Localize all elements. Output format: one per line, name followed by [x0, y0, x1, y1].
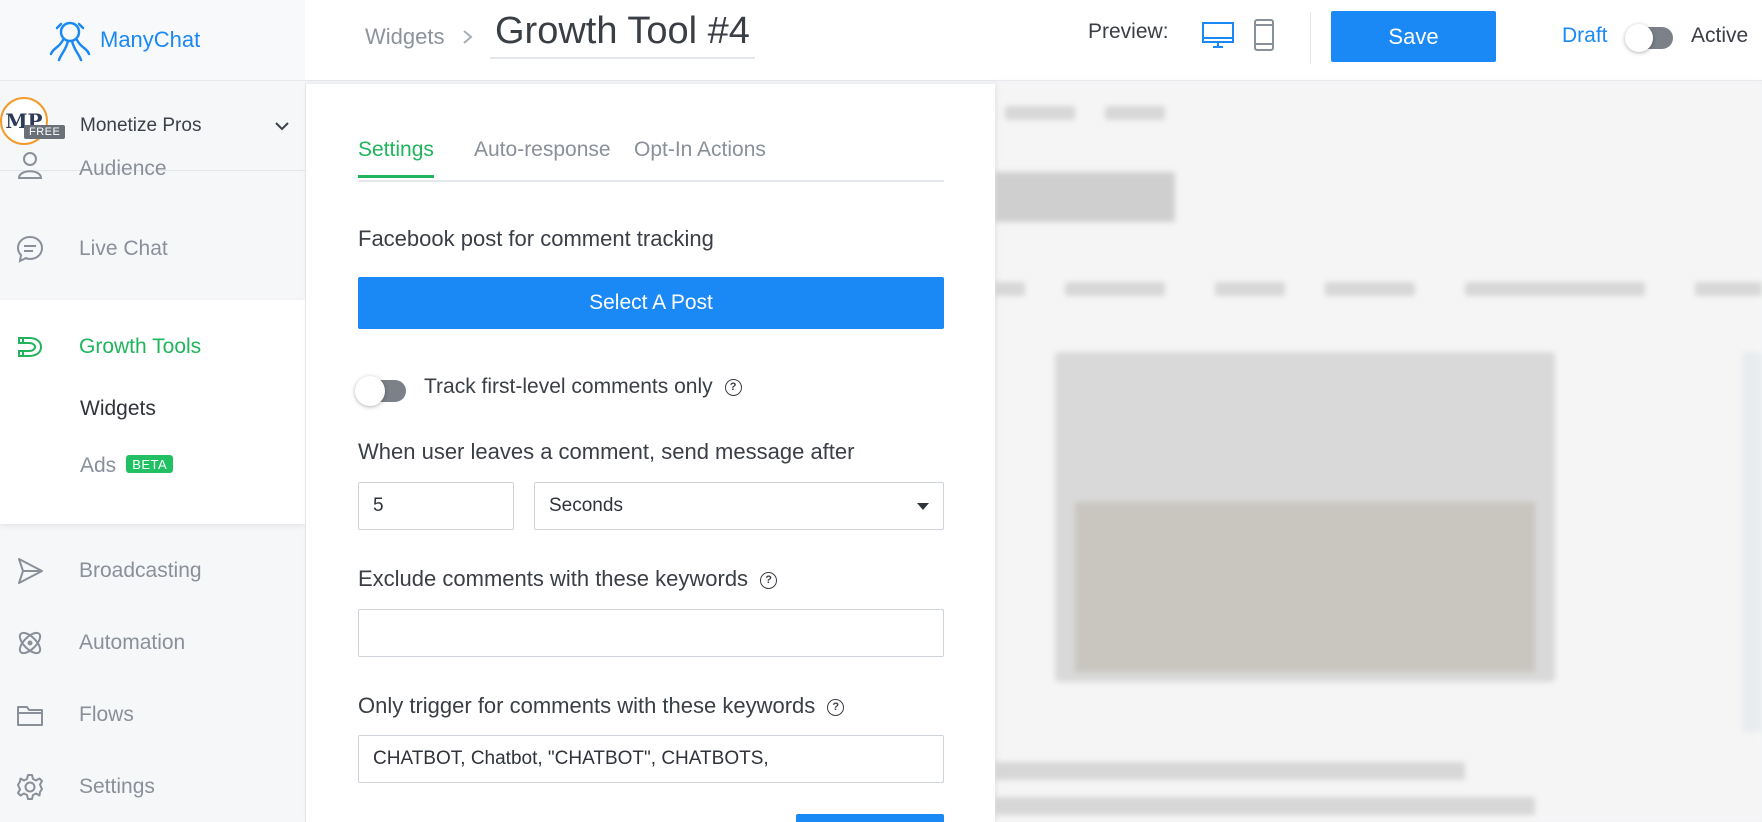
trigger-label: Only trigger for comments with these key…: [358, 693, 845, 719]
track-first-level-label: Track first-level comments only?: [424, 375, 742, 399]
track-first-level-text: Track first-level comments only: [424, 375, 713, 398]
tab-settings[interactable]: Settings: [358, 138, 434, 178]
sidebar-item-live-chat[interactable]: Live Chat: [0, 224, 305, 274]
magnet-icon: [14, 331, 46, 363]
help-icon[interactable]: ?: [724, 378, 742, 396]
sidebar-subitem-ads[interactable]: Ads BETA: [80, 454, 174, 478]
delay-unit-value: Seconds: [549, 495, 623, 516]
sidebar-item-label: Live Chat: [79, 237, 168, 260]
sidebar-item-label: Broadcasting: [79, 559, 202, 582]
draft-active-toggle[interactable]: [1625, 24, 1673, 52]
trigger-keywords-input[interactable]: CHATBOT, Chatbot, "CHATBOT", CHATBOTS,: [358, 735, 944, 783]
sidebar-item-settings[interactable]: Settings: [0, 762, 305, 812]
gear-icon: [14, 771, 46, 803]
help-icon[interactable]: ?: [760, 571, 778, 589]
track-first-level-toggle[interactable]: [355, 376, 406, 406]
person-icon: [14, 152, 46, 181]
page-preview-background: [995, 82, 1762, 822]
delay-unit-select[interactable]: Seconds: [534, 482, 944, 530]
toggle-knob: [355, 376, 385, 406]
sidebar-item-label: Flows: [79, 703, 134, 726]
sidebar-item-label: Automation: [79, 631, 186, 654]
partial-button[interactable]: [796, 814, 944, 822]
sidebar-item-label: Audience: [79, 156, 167, 180]
tab-auto-response[interactable]: Auto-response: [474, 138, 611, 175]
sidebar-subitem-widgets[interactable]: Widgets: [80, 397, 156, 421]
tab-opt-in-actions[interactable]: Opt-In Actions: [634, 138, 766, 175]
account-name: Monetize Pros: [80, 114, 202, 136]
help-icon[interactable]: ?: [827, 698, 845, 716]
page-title[interactable]: Growth Tool #4: [490, 10, 755, 59]
preview-label: Preview:: [1088, 20, 1169, 43]
sidebar-item-broadcasting[interactable]: Broadcasting: [0, 546, 305, 596]
save-button[interactable]: Save: [1331, 11, 1496, 62]
sidebar-item-automation[interactable]: Automation: [0, 618, 305, 668]
atom-icon: [14, 627, 46, 659]
sidebar-item-audience[interactable]: Audience: [0, 152, 305, 188]
top-bar: Widgets Growth Tool #4 Preview: Save Dra…: [305, 0, 1762, 81]
select-post-button[interactable]: Select A Post: [358, 277, 944, 329]
chat-bubble-icon: [14, 233, 46, 265]
sidebar-item-growth-tools[interactable]: Growth Tools: [0, 322, 305, 372]
chevron-down-icon[interactable]: [271, 115, 293, 137]
editor-tabs: Settings Auto-response Opt-In Actions: [358, 138, 944, 182]
divider: [1310, 12, 1311, 64]
post-label: Facebook post for comment tracking: [358, 226, 714, 251]
sidebar-subitem-label: Ads: [80, 454, 117, 477]
exclude-keywords-input[interactable]: [358, 609, 944, 657]
toggle-knob: [1625, 24, 1653, 52]
sidebar: ManyChat MP FREE Monetize Pros Audience …: [0, 0, 305, 822]
breadcrumb-separator-icon: [461, 26, 475, 54]
delay-value-input[interactable]: 5: [358, 482, 514, 530]
caret-down-icon: [917, 503, 929, 510]
mobile-preview-icon[interactable]: [1251, 18, 1277, 52]
desktop-preview-icon[interactable]: [1201, 20, 1235, 50]
exclude-label: Exclude comments with these keywords?: [358, 566, 778, 592]
delay-label: When user leaves a comment, send message…: [358, 439, 855, 464]
beta-badge: BETA: [126, 455, 174, 473]
sidebar-item-flows[interactable]: Flows: [0, 690, 305, 740]
active-label: Active: [1691, 24, 1749, 47]
exclude-label-text: Exclude comments with these keywords: [358, 566, 749, 591]
trigger-label-text: Only trigger for comments with these key…: [358, 693, 816, 718]
sidebar-item-label: Growth Tools: [79, 335, 202, 358]
sidebar-item-label: Settings: [79, 775, 155, 798]
brand-name: ManyChat: [100, 27, 201, 52]
growth-tools-section: Growth Tools Widgets Ads BETA: [0, 300, 305, 524]
draft-label: Draft: [1562, 24, 1608, 47]
manychat-logo-icon: [44, 17, 96, 63]
folder-icon: [14, 699, 46, 731]
breadcrumb-widgets[interactable]: Widgets: [365, 24, 444, 50]
brand[interactable]: ManyChat: [0, 0, 305, 81]
growth-tool-editor: Settings Auto-response Opt-In Actions Fa…: [305, 84, 995, 822]
plan-badge: FREE: [24, 125, 66, 139]
send-icon: [14, 555, 46, 587]
